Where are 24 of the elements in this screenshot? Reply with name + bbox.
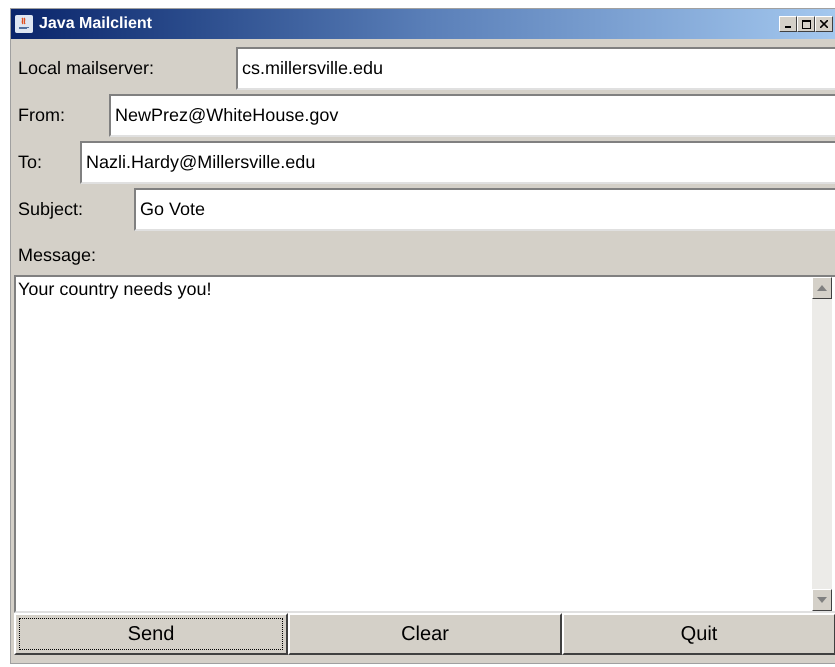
minimize-button[interactable] xyxy=(779,16,797,32)
text-field[interactable]: Nazli.Hardy@Millersville.edu xyxy=(80,141,835,184)
down-triangle-icon xyxy=(817,597,827,603)
field-label: To: xyxy=(17,151,44,174)
field-label: Local mailserver: xyxy=(17,57,156,80)
window-title: Java Mailclient xyxy=(39,14,153,34)
close-button[interactable] xyxy=(815,16,833,32)
field-label: From: xyxy=(17,104,66,127)
cup-icon xyxy=(15,15,33,33)
action-button[interactable]: Clear xyxy=(288,613,562,655)
maximize-icon xyxy=(802,20,810,28)
message-label: Message: xyxy=(17,244,98,267)
text-field[interactable]: cs.millersville.edu xyxy=(236,47,835,90)
action-button[interactable]: Quit xyxy=(562,613,835,655)
action-button[interactable]: Send xyxy=(14,613,288,655)
up-triangle-icon xyxy=(817,285,827,291)
field-label: Subject: xyxy=(17,198,84,221)
text-field[interactable]: Go Vote xyxy=(134,188,835,231)
scrollbar[interactable] xyxy=(812,277,832,611)
message-text: Your country needs you! xyxy=(18,279,212,299)
message-area[interactable]: Your country needs you! xyxy=(14,275,835,613)
maximize-button[interactable] xyxy=(797,16,815,32)
text-field[interactable]: NewPrez@WhiteHouse.gov xyxy=(109,94,835,137)
close-icon xyxy=(820,20,828,28)
